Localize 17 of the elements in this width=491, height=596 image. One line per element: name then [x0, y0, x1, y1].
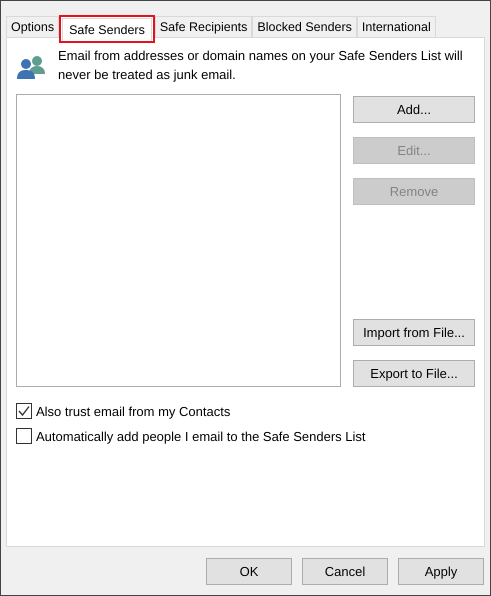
side-button[interactable]: Add... — [353, 96, 475, 123]
checkbox-label: Also trust email from my Contacts — [36, 404, 230, 418]
dialog-button[interactable]: OK — [206, 558, 292, 585]
people-icon — [16, 54, 46, 80]
tab[interactable]: Blocked Senders — [252, 16, 357, 37]
tab[interactable]: Options — [6, 16, 60, 37]
side-button[interactable]: Export to File... — [353, 360, 475, 387]
tab[interactable]: Safe Recipients — [154, 16, 252, 37]
checkbox[interactable] — [16, 428, 32, 444]
tab[interactable]: International — [356, 16, 436, 37]
checkbox[interactable] — [16, 403, 32, 419]
dialog-button[interactable]: Apply — [398, 558, 484, 585]
description-text: Email from addresses or domain names on your Safe Senders List will never be treated as junk email. — [58, 47, 464, 84]
checkbox-label: Automatically add people I email to the Safe Senders List — [36, 428, 366, 444]
dialog-button[interactable]: Cancel — [302, 558, 388, 585]
side-button[interactable]: Import from File... — [353, 319, 475, 346]
tab[interactable]: Safe Senders — [62, 18, 152, 41]
